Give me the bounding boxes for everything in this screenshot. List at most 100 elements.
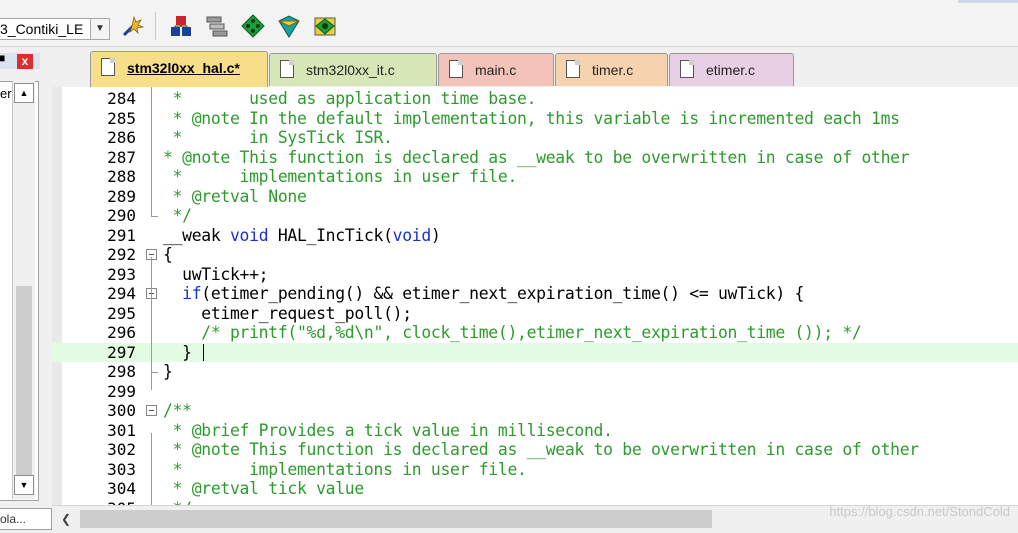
- hscroll-thumb[interactable]: [80, 510, 712, 528]
- line-number: 295: [107, 303, 136, 323]
- close-icon[interactable]: x: [17, 54, 33, 69]
- line-number: 296: [107, 323, 136, 342]
- code-text: * @brief Provides a tick value in millis…: [163, 420, 613, 440]
- tab-label: main.c: [475, 62, 517, 78]
- code-line[interactable]: 291 __weak void HAL_IncTick(void): [52, 226, 1018, 246]
- options-for-target-icon[interactable]: [120, 13, 146, 39]
- target-select[interactable]: 3_Contiki_LE ▼: [0, 18, 110, 40]
- pin-icon[interactable]: ■: [0, 51, 5, 65]
- scroll-down-icon[interactable]: ▼: [14, 475, 34, 495]
- line-number: 299: [107, 381, 136, 401]
- line-number: 289: [107, 186, 136, 206]
- manage-project-items-icon[interactable]: [168, 13, 194, 39]
- line-number: 293: [107, 264, 136, 284]
- fold-guide: [151, 257, 152, 390]
- code-line[interactable]: 304 * @retval tick value: [52, 479, 1018, 499]
- line-number: 301: [107, 420, 136, 440]
- tab-label: stm32l0xx_hal.c*: [127, 60, 240, 76]
- fold-guide: [151, 87, 152, 216]
- fold-guide-end: [151, 216, 158, 217]
- project-tree-item[interactable]: er: [0, 86, 12, 101]
- fold-guide-end: [151, 372, 158, 373]
- code-line[interactable]: 290 */: [52, 206, 1018, 226]
- code-text: {: [163, 245, 173, 264]
- line-number: 286: [107, 128, 136, 147]
- line-number: 297: [107, 342, 136, 362]
- code-line[interactable]: 298}: [52, 362, 1018, 382]
- scroll-thumb[interactable]: [16, 286, 32, 486]
- code-text: if(etimer_pending() && etimer_next_expir…: [182, 284, 805, 303]
- code-text: /**: [163, 401, 192, 420]
- code-line[interactable]: 288 * implementations in user file.: [52, 167, 1018, 187]
- code-editor[interactable]: 284 * used as application time base. 285 …: [52, 87, 1018, 505]
- line-number: 298: [107, 362, 136, 381]
- code-text: etimer_request_poll();: [163, 303, 412, 323]
- tab-label: timer.c: [592, 62, 634, 78]
- line-number: 284: [107, 89, 136, 108]
- code-text: * @retval None: [163, 186, 307, 206]
- software-components-icon[interactable]: [312, 13, 338, 39]
- tab-stm32l0xx-it-c[interactable]: stm32l0xx_it.c: [269, 53, 437, 86]
- code-text: }: [163, 362, 173, 381]
- project-panel-tab[interactable]: ola...: [0, 508, 52, 530]
- toolbar-separator: [155, 12, 156, 40]
- code-text: /* printf("%d,%d\n", clock_time(),etimer…: [163, 323, 862, 342]
- code-line[interactable]: 302 * @note This function is declared as…: [52, 440, 1018, 460]
- code-line[interactable]: 287 * @note This function is declared as …: [52, 148, 1018, 168]
- code-line[interactable]: 299: [52, 382, 1018, 402]
- line-number: 302: [107, 440, 136, 459]
- code-line[interactable]: 284 * used as application time base.: [52, 89, 1018, 109]
- tab-main-c[interactable]: main.c: [438, 53, 554, 86]
- project-tree-scrollbar[interactable]: ▲ ▼: [12, 81, 35, 499]
- code-text: uwTick++;: [163, 264, 269, 284]
- code-text: * implementations in user file.: [163, 167, 518, 186]
- line-number: 285: [107, 108, 136, 128]
- line-number: 303: [107, 459, 136, 479]
- window-frame-fragment: [958, 0, 1018, 3]
- line-number: 294: [107, 284, 136, 303]
- code-line[interactable]: 293 uwTick++;: [52, 265, 1018, 285]
- line-number: 290: [107, 206, 136, 225]
- pack-installer-icon[interactable]: [276, 13, 302, 39]
- code-line[interactable]: 301 * @brief Provides a tick value in mi…: [52, 421, 1018, 441]
- code-line[interactable]: 300 /**: [52, 401, 1018, 421]
- code-text: * implementations in user file.: [163, 459, 527, 479]
- scroll-up-icon[interactable]: ▲: [14, 83, 34, 103]
- line-number: 288: [107, 167, 136, 186]
- tab-stm32l0xx-hal-c[interactable]: stm32l0xx_hal.c*: [90, 51, 268, 87]
- code-text: * in SysTick ISR.: [163, 128, 393, 147]
- code-line[interactable]: 297 }: [52, 342, 1018, 362]
- tab-timer-c[interactable]: timer.c: [555, 53, 668, 86]
- chevron-down-icon[interactable]: ▼: [90, 19, 109, 39]
- text-caret: [203, 343, 205, 361]
- code-line[interactable]: 303 * implementations in user file.: [52, 460, 1018, 480]
- code-text: * @retval tick value: [163, 479, 365, 498]
- tab-etimer-c[interactable]: etimer.c: [669, 53, 794, 86]
- scroll-left-icon[interactable]: ❮: [56, 509, 76, 529]
- manage-run-time-environment-icon[interactable]: [240, 13, 266, 39]
- fold-guide: [151, 432, 152, 505]
- file-icon: [566, 60, 580, 78]
- code-line[interactable]: 289 * @retval None: [52, 187, 1018, 207]
- tab-label: stm32l0xx_it.c: [306, 62, 395, 78]
- code-line[interactable]: 294 if(etimer_pending() && etimer_next_e…: [52, 284, 1018, 304]
- code-line[interactable]: 285 * @note In the default implementatio…: [52, 109, 1018, 129]
- file-icon: [280, 60, 294, 78]
- fold-toggle-icon[interactable]: [146, 405, 157, 416]
- code-text: */: [163, 206, 192, 225]
- file-icon: [101, 58, 115, 76]
- file-icon: [449, 60, 463, 78]
- line-number: 300: [107, 401, 136, 420]
- code-line[interactable]: 292 {: [52, 245, 1018, 265]
- line-number: 292: [107, 245, 136, 264]
- editor-tab-bar: stm32l0xx_hal.c* stm32l0xx_it.c main.c time…: [52, 47, 1018, 89]
- line-number: 304: [107, 479, 136, 498]
- line-number: 291: [107, 225, 136, 245]
- toolbar: 3_Contiki_LE ▼: [0, 0, 1018, 47]
- select-packs-icon[interactable]: [204, 13, 230, 39]
- code-line[interactable]: 296 /* printf("%d,%d\n", clock_time(),et…: [52, 323, 1018, 343]
- code-line[interactable]: 286 * in SysTick ISR.: [52, 128, 1018, 148]
- code-line[interactable]: 295 etimer_request_poll();: [52, 304, 1018, 324]
- code-text: __weak void HAL_IncTick(void): [163, 225, 441, 245]
- tab-label: etimer.c: [706, 62, 756, 78]
